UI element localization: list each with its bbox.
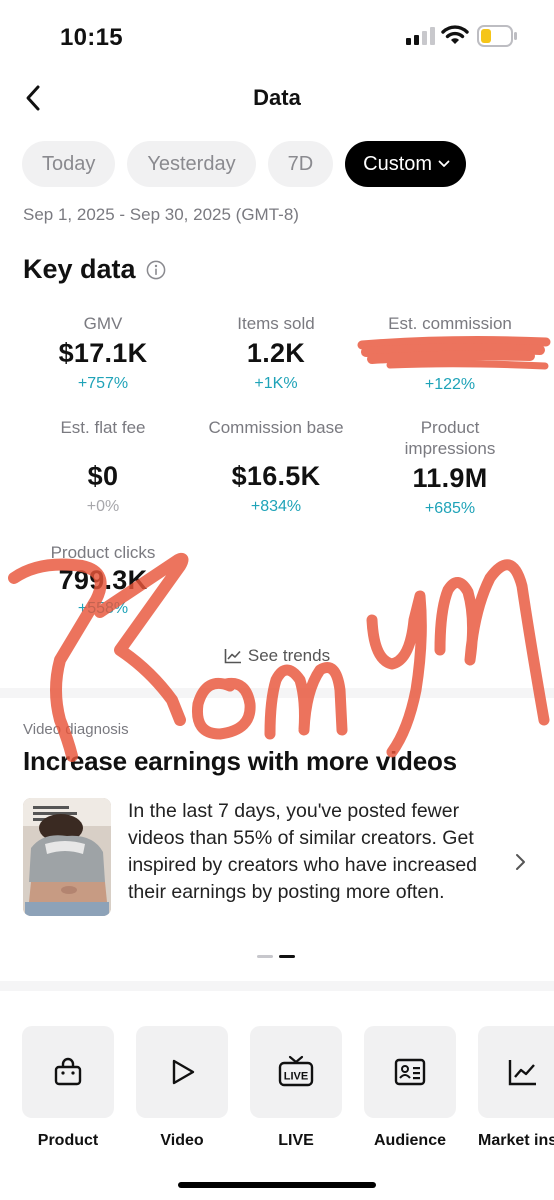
tool-live-tile: LIVE <box>250 1026 342 1118</box>
metric-label: Est. flat fee <box>60 418 146 437</box>
metric-value <box>360 338 540 370</box>
metric-label: Product impressions <box>404 418 496 458</box>
info-icon[interactable] <box>146 260 166 280</box>
tool-market-insights-tile <box>478 1026 554 1118</box>
svg-text:LIVE: LIVE <box>284 1071 308 1083</box>
tab-custom[interactable]: Custom <box>345 141 467 187</box>
page-title: Data <box>253 85 301 110</box>
see-trends-label: See trends <box>247 646 331 665</box>
metric-value: $17.1K <box>58 338 148 368</box>
metric-product-clicks[interactable]: Product clicks 799.3K +558% <box>13 542 193 618</box>
metric-gmv[interactable]: GMV $17.1K +757% <box>13 313 193 393</box>
header: Data <box>0 74 554 124</box>
line-chart-icon <box>508 1060 536 1086</box>
tool-audience[interactable]: Audience <box>364 1026 456 1150</box>
home-indicator[interactable] <box>178 1182 376 1188</box>
section-divider <box>0 688 554 698</box>
video-thumbnail <box>23 798 111 916</box>
pager-dot <box>257 955 273 958</box>
cellular-signal-icon <box>406 27 435 45</box>
metric-label: Product clicks <box>50 543 156 562</box>
date-range: Sep 1, 2025 - Sep 30, 2025 (GMT-8) <box>23 205 299 224</box>
tool-product[interactable]: Product <box>22 1026 114 1150</box>
tool-label: Market ins <box>478 1132 554 1149</box>
date-filter-tabs: Today Yesterday 7D Custom <box>22 141 467 187</box>
key-data-title: Key data <box>23 254 166 285</box>
metric-change: +685% <box>424 500 476 517</box>
tab-yesterday[interactable]: Yesterday <box>127 141 256 187</box>
metric-commission-base[interactable]: Commission base $16.5K +834% <box>186 417 366 516</box>
tab-7d[interactable]: 7D <box>267 141 334 187</box>
play-icon <box>172 1059 195 1085</box>
chevron-right-icon <box>516 854 525 870</box>
chevron-down-icon <box>438 160 450 167</box>
metric-value: 11.9M <box>412 463 488 493</box>
metric-est-flat-fee[interactable]: Est. flat fee $0 +0% <box>13 417 193 516</box>
metric-label: Items sold <box>237 314 315 333</box>
tool-label: LIVE <box>278 1132 314 1149</box>
tools-row: Product Video LIVE LIVE Audience Market … <box>22 1026 554 1150</box>
metric-change: +1K% <box>254 375 298 392</box>
tool-live[interactable]: LIVE LIVE <box>250 1026 342 1150</box>
video-diagnosis-body: In the last 7 days, you've posted fewer … <box>128 800 478 903</box>
tool-video-tile <box>136 1026 228 1118</box>
see-trends-link[interactable]: See trends <box>0 646 554 666</box>
metric-change: +0% <box>86 498 120 515</box>
tool-label: Video <box>160 1132 204 1149</box>
tool-label: Audience <box>373 1132 446 1149</box>
metric-label: Est. commission <box>388 314 512 333</box>
section-divider <box>0 981 554 991</box>
tab-today[interactable]: Today <box>22 141 116 187</box>
tool-label: Product <box>37 1132 99 1149</box>
tool-product-tile <box>22 1026 114 1118</box>
key-data-title-text: Key data <box>23 254 136 284</box>
trend-chart-icon <box>224 649 241 664</box>
metric-items-sold[interactable]: Items sold 1.2K +1K% <box>186 313 366 393</box>
video-diagnosis-label: Video diagnosis <box>23 721 129 738</box>
tool-audience-tile <box>364 1026 456 1118</box>
carousel-pager <box>257 955 295 958</box>
tab-custom-label: Custom <box>363 152 433 175</box>
status-time: 10:15 <box>60 24 123 51</box>
metric-value: 1.2K <box>246 338 306 368</box>
metric-value: $0 <box>87 461 119 491</box>
metric-change: +834% <box>250 498 302 515</box>
video-diagnosis-card[interactable]: In the last 7 days, you've posted fewer … <box>23 796 533 936</box>
metric-label: GMV <box>83 314 123 333</box>
shopping-bag-icon <box>54 1057 82 1086</box>
status-bar: 10:15 <box>0 0 554 70</box>
wifi-icon <box>441 25 469 44</box>
video-thumbnail-image <box>23 798 111 916</box>
metric-label: Commission base <box>208 418 344 437</box>
metric-value: 799.3K <box>58 565 148 595</box>
pager-dot-active <box>279 955 295 958</box>
battery-icon <box>477 25 517 47</box>
id-card-icon <box>394 1058 426 1086</box>
tool-market-insights[interactable]: Market ins <box>478 1026 554 1150</box>
metric-est-commission[interactable]: Est. commission +122% <box>360 313 540 394</box>
live-tv-icon: LIVE <box>278 1055 314 1087</box>
metric-value: $16.5K <box>231 461 321 491</box>
metric-product-impressions[interactable]: Product impressions 11.9M +685% <box>360 417 540 518</box>
tool-video[interactable]: Video <box>136 1026 228 1150</box>
video-diagnosis-title: Increase earnings with more videos <box>23 746 457 776</box>
metric-change: +558% <box>77 600 129 617</box>
metric-change: +757% <box>77 375 129 392</box>
metric-change: +122% <box>424 376 476 393</box>
